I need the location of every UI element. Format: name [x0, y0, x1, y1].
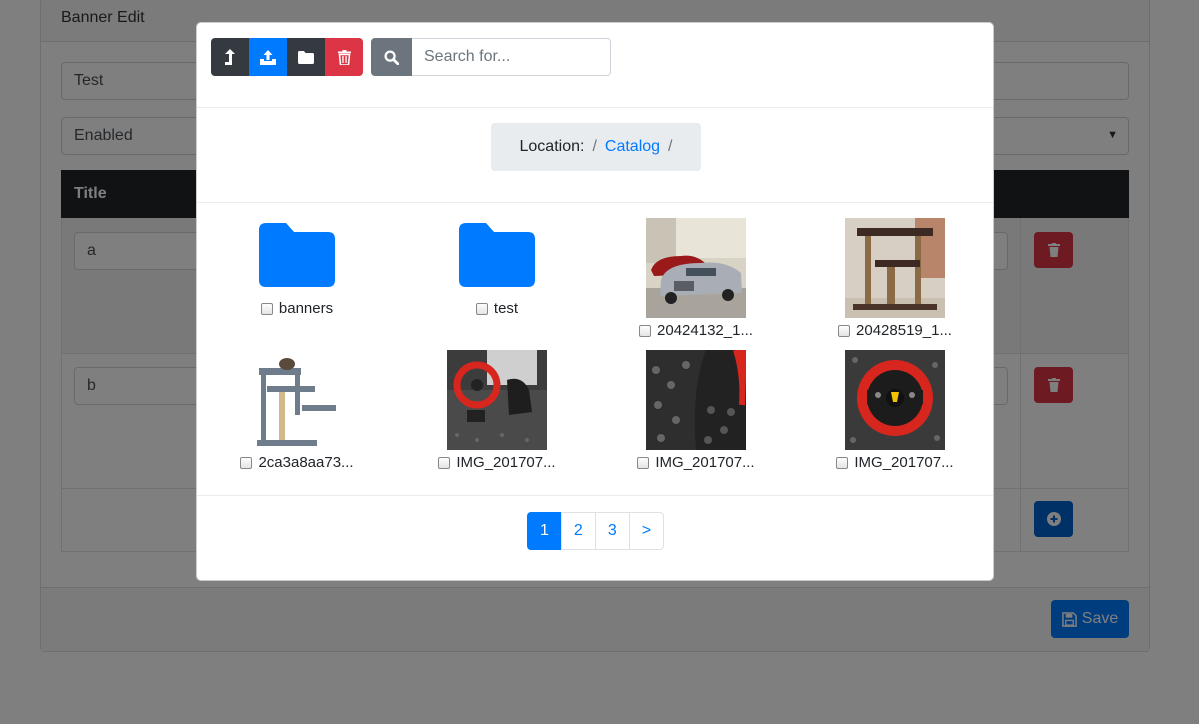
file-checkbox[interactable]	[639, 324, 652, 337]
folder-icon	[298, 50, 314, 64]
action-button-group	[211, 38, 363, 76]
breadcrumb-separator: /	[592, 138, 597, 155]
upload-button[interactable]	[249, 38, 287, 76]
file-name[interactable]: banners	[279, 300, 333, 317]
parent-folder-button[interactable]	[211, 38, 249, 76]
image-thumbnail-racing-wheel[interactable]	[845, 350, 945, 450]
image-thumbnail-racing-wheel-pedals[interactable]	[447, 350, 547, 450]
file-name[interactable]: 2ca3a8aa73...	[258, 454, 353, 471]
file-checkbox[interactable]	[438, 456, 451, 469]
page-link-next[interactable]: >	[628, 512, 665, 550]
file-checkbox[interactable]	[475, 302, 488, 315]
pagination: 1 2 3 >	[527, 512, 665, 550]
page-link-3[interactable]: 3	[594, 512, 630, 550]
file-name[interactable]: test	[494, 300, 518, 317]
image-thumbnail-cat-tree-wood[interactable]	[845, 218, 945, 318]
file-checkbox[interactable]	[260, 302, 273, 315]
file-tile-image[interactable]: IMG_201707...	[397, 350, 597, 471]
file-name[interactable]: IMG_201707...	[854, 454, 953, 471]
search-group	[371, 38, 611, 76]
file-tile-image[interactable]: IMG_201707...	[596, 350, 796, 471]
trash-icon	[337, 49, 351, 65]
location-bar: Location: / Catalog /	[197, 108, 993, 203]
file-name[interactable]: 20424132_1...	[657, 322, 753, 339]
modal-footer: 1 2 3 >	[197, 495, 993, 580]
file-checkbox[interactable]	[240, 456, 253, 469]
delete-button[interactable]	[325, 38, 363, 76]
folder-icon[interactable]	[259, 223, 335, 287]
level-up-icon	[225, 49, 235, 65]
image-thumbnail-cat-tree-grey[interactable]	[247, 350, 347, 450]
page-link-2[interactable]: 2	[560, 512, 596, 550]
file-tile-image[interactable]: 20428519_1...	[795, 218, 993, 339]
search-button[interactable]	[371, 38, 412, 76]
file-tile-folder[interactable]: banners	[197, 218, 397, 317]
image-manager-modal: Location: / Catalog / banners test	[196, 22, 994, 581]
search-icon	[384, 49, 399, 65]
modal-toolbar	[197, 23, 993, 108]
image-thumbnail-floor-mat[interactable]	[646, 350, 746, 450]
folder-icon[interactable]	[459, 223, 535, 287]
breadcrumb-separator: /	[668, 138, 673, 155]
file-name[interactable]: IMG_201707...	[655, 454, 754, 471]
file-tile-folder[interactable]: test	[397, 218, 597, 317]
upload-icon	[260, 50, 276, 65]
image-thumbnail-cars[interactable]	[646, 218, 746, 318]
breadcrumb: Location: / Catalog /	[491, 123, 701, 171]
file-checkbox[interactable]	[637, 456, 650, 469]
file-grid: banners test 20424132_1... 20428519_1...…	[197, 203, 993, 498]
search-input[interactable]	[412, 38, 611, 76]
new-folder-button[interactable]	[287, 38, 325, 76]
file-checkbox[interactable]	[838, 324, 851, 337]
file-tile-image[interactable]: 20424132_1...	[596, 218, 796, 339]
breadcrumb-item-catalog[interactable]: Catalog	[605, 138, 660, 156]
file-checkbox[interactable]	[836, 456, 849, 469]
file-tile-image[interactable]: 2ca3a8aa73...	[197, 350, 397, 471]
file-name[interactable]: 20428519_1...	[856, 322, 952, 339]
file-tile-image[interactable]: IMG_201707...	[795, 350, 993, 471]
file-name[interactable]: IMG_201707...	[456, 454, 555, 471]
breadcrumb-label: Location:	[519, 138, 585, 155]
page-link-1[interactable]: 1	[527, 512, 562, 550]
